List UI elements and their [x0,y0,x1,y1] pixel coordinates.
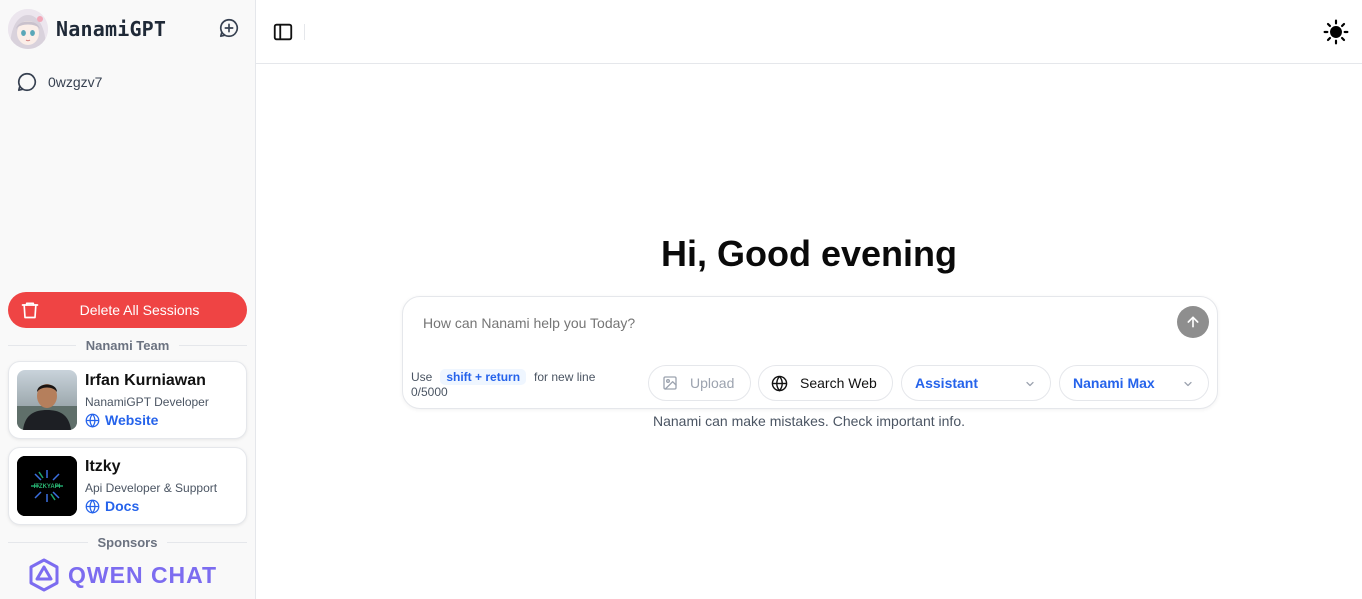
sponsor-name: QWEN CHAT [68,561,218,588]
sponsors-title: Sponsors [97,534,158,550]
qwen-logo-icon [29,558,59,592]
sponsors-section-title: Sponsors [8,534,247,550]
message-input[interactable] [423,315,1163,331]
image-upload-icon [663,376,677,390]
delete-all-label: Delete All Sessions [79,302,200,318]
team-member-name: Itzky [85,458,121,475]
globe-icon [771,375,788,392]
model-select-value: Nanami Max [1073,375,1155,391]
globe-icon [85,499,100,514]
team-member-name: Irfan Kurniawan [85,372,206,389]
brand-avatar [8,9,48,49]
hint-shortcut: shift + return [440,369,527,385]
upload-button[interactable]: Upload [648,365,751,401]
search-web-button[interactable]: Search Web [758,365,893,401]
team-member-role: Api Developer & Support [85,481,218,495]
chat-composer: Use shift + return for new line 0/5000 U… [402,296,1218,409]
qwen-chat-sponsor-link[interactable]: QWEN CHAT [26,557,217,593]
brand-name: NanamiGPT [56,17,167,41]
brand[interactable]: NanamiGPT [8,9,166,49]
team-member-photo [17,370,77,430]
team-member-role: NanamiGPT Developer [85,395,209,409]
greeting-heading: Hi, Good evening [660,233,957,274]
team-section-title: Nanami Team [8,337,248,353]
send-button[interactable] [1177,306,1209,338]
character-counter: 0/5000 [411,385,448,399]
upload-label: Upload [690,375,735,391]
chevron-down-icon [1184,381,1192,387]
newline-hint: Use shift + return for new line [411,369,595,385]
sun-icon[interactable] [1323,19,1349,45]
chevron-down-icon [1026,381,1034,387]
itzky-logo-text: ITZKYAPI [34,484,61,490]
disclaimer-text: Nanami can make mistakes. Check importan… [652,413,965,429]
sidebar: NanamiGPT 0wzgzv7 Delete All Sessions Na… [0,0,256,599]
app-root: NanamiGPT 0wzgzv7 Delete All Sessions Na… [0,0,1362,599]
mode-select[interactable]: Assistant [901,365,1051,401]
delete-all-sessions-button[interactable]: Delete All Sessions [8,292,247,328]
team-title: Nanami Team [85,337,170,353]
trash-icon [21,302,39,319]
sidebar-toggle-icon[interactable] [272,21,294,43]
toolbar-divider [304,24,305,40]
website-link[interactable]: Website [85,412,158,428]
docs-link[interactable]: Docs [85,498,139,514]
chat-bubble-icon [17,72,37,92]
arrow-up-icon [1187,316,1199,328]
team-card-irfan: Irfan Kurniawan NanamiGPT Developer Webs… [8,361,247,439]
team-card-itzky: ITZKYAPI Itzky Api Developer & Support D… [8,447,247,525]
globe-icon [85,413,100,428]
search-web-label: Search Web [800,375,877,391]
hint-suffix: for new line [534,370,596,384]
top-bar [256,0,1362,64]
session-item[interactable]: 0wzgzv7 [8,66,248,98]
itzky-logo: ITZKYAPI [17,456,77,516]
hint-prefix: Use [411,370,433,384]
docs-link-label: Docs [105,498,140,514]
new-chat-icon[interactable] [218,17,240,39]
mode-select-value: Assistant [915,375,979,391]
website-link-label: Website [105,412,159,428]
session-label: 0wzgzv7 [48,74,103,90]
model-select[interactable]: Nanami Max [1059,365,1209,401]
